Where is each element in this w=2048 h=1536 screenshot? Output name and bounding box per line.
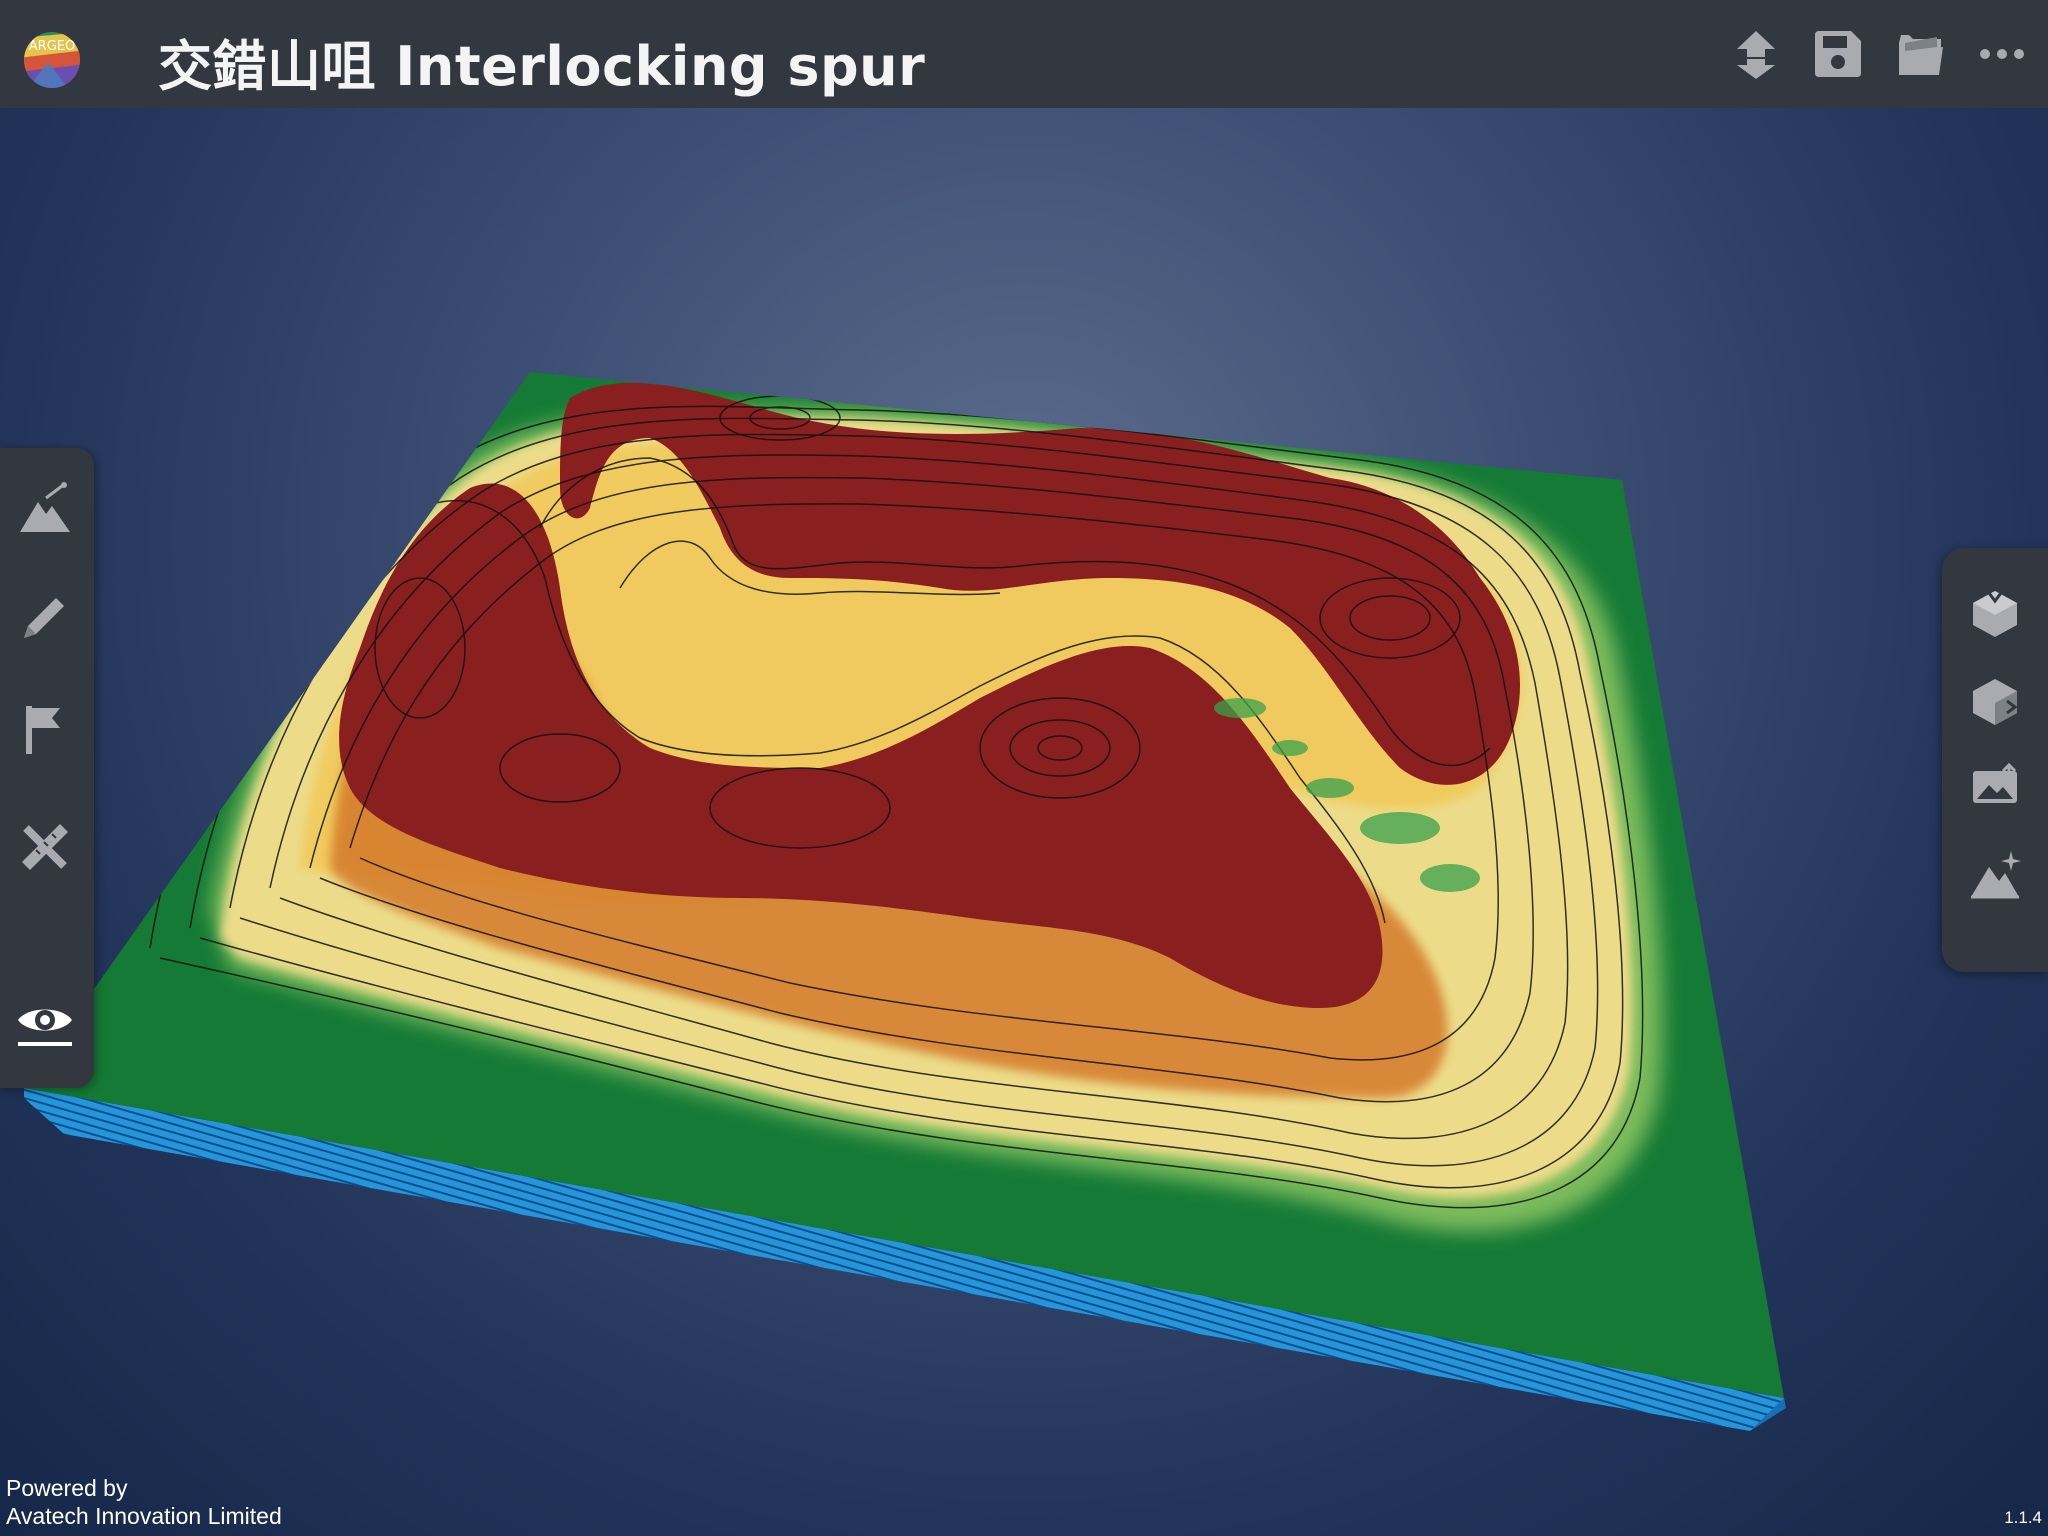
right-toolbar	[1942, 548, 2048, 972]
powered-line-2: Avatech Innovation Limited	[6, 1503, 282, 1529]
terrain-tool-button[interactable]	[10, 474, 80, 544]
view-toggle-button[interactable]	[10, 986, 80, 1056]
save-button[interactable]	[1810, 26, 1866, 82]
version-label: 1.1.4	[2004, 1508, 2042, 1527]
page-title: 交錯山咀 Interlocking spur	[158, 35, 926, 98]
terrain-viewport[interactable]	[0, 108, 2048, 1536]
terrain-effects-button[interactable]	[1960, 840, 2030, 910]
cube-top-icon	[1973, 591, 2017, 637]
view-side-button[interactable]	[1960, 666, 2030, 736]
ruler-pencil-icon	[22, 824, 68, 870]
eye-icon	[18, 1009, 72, 1046]
image-import-button[interactable]	[1960, 752, 2030, 822]
powered-line-1: Powered by	[6, 1475, 128, 1501]
top-bar: ARGEO 交錯山咀 Interlocking spur	[0, 0, 2048, 108]
pencil-icon	[24, 598, 64, 638]
open-file-button[interactable]	[1892, 26, 1948, 82]
top-actions	[1728, 24, 2030, 84]
terrain-model[interactable]	[0, 108, 2048, 1536]
image-upload-icon	[1973, 762, 2017, 803]
terrain-sparkle-icon	[1971, 851, 2021, 899]
powered-by: Powered by Avatech Innovation Limited	[6, 1474, 282, 1530]
more-icon	[1980, 49, 2024, 59]
open-folder-icon	[1899, 35, 1943, 75]
measure-tool-button[interactable]	[10, 812, 80, 882]
left-toolbar	[0, 448, 94, 1088]
terrain-edit-icon	[20, 482, 70, 532]
argeo-logo: ARGEO	[18, 28, 86, 88]
flag-icon	[26, 706, 60, 754]
download-upload-icon	[1737, 31, 1775, 79]
import-export-button[interactable]	[1728, 26, 1784, 82]
draw-tool-button[interactable]	[10, 582, 80, 652]
cube-side-icon	[1973, 679, 2018, 725]
logo-text: ARGEO	[29, 39, 75, 54]
marker-tool-button[interactable]	[10, 694, 80, 764]
save-icon	[1815, 31, 1861, 77]
more-options-button[interactable]	[1974, 26, 2030, 82]
view-top-button[interactable]	[1960, 578, 2030, 648]
